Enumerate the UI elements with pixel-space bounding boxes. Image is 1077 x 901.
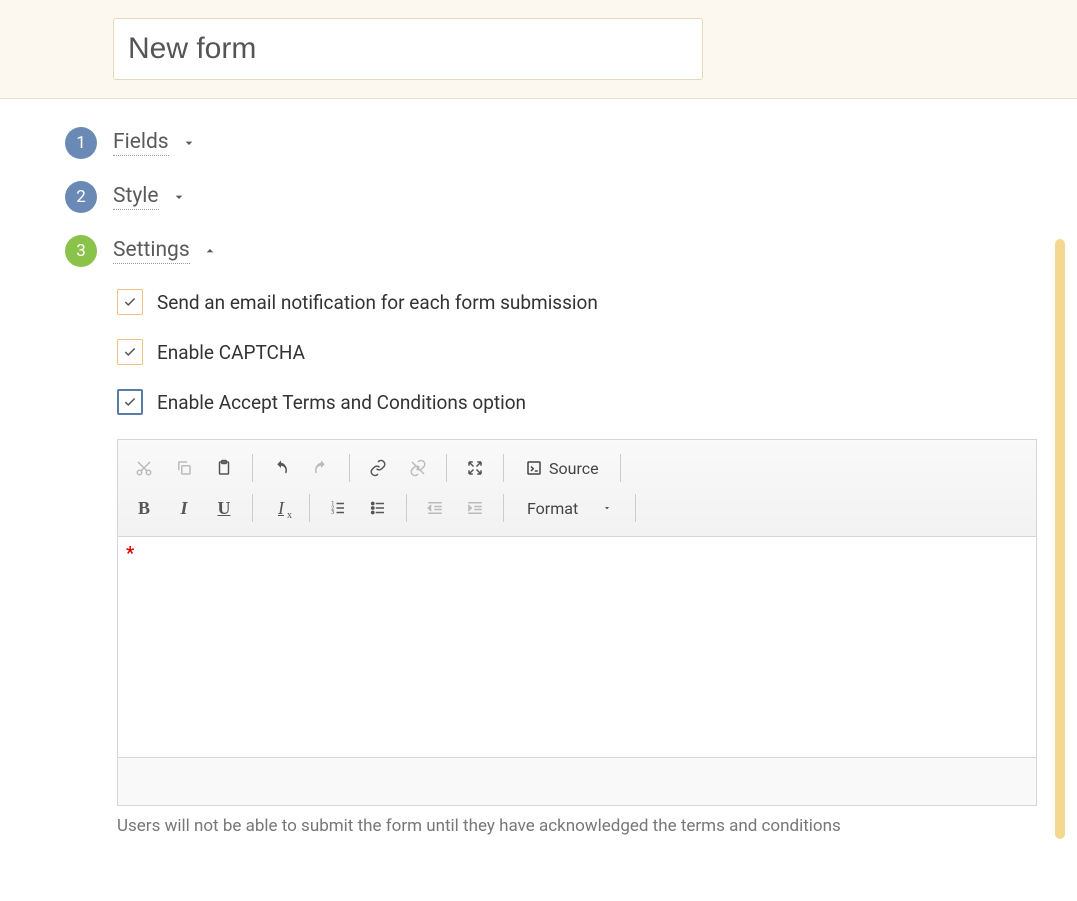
- remove-format-button[interactable]: Ix: [263, 490, 299, 526]
- toolbar-separator: [349, 454, 350, 482]
- format-dropdown[interactable]: Format: [514, 490, 625, 526]
- main-panel: 1 Fields 2 Style 3 Settings Send an emai…: [0, 99, 1077, 836]
- toolbar-separator: [503, 454, 504, 482]
- section-settings-label: Settings: [113, 238, 190, 264]
- toolbar-separator: [446, 454, 447, 482]
- toolbar-separator: [309, 494, 310, 522]
- section-fields-label: Fields: [113, 130, 169, 156]
- format-dropdown-label: Format: [527, 499, 578, 518]
- bold-button[interactable]: B: [126, 490, 162, 526]
- source-button-label: Source: [549, 459, 599, 478]
- step-badge-3: 3: [65, 235, 97, 267]
- tc-help-text: Users will not be able to submit the for…: [117, 816, 1037, 836]
- enable-captcha-checkbox[interactable]: [117, 339, 143, 365]
- editor-footer: [118, 757, 1036, 805]
- toolbar-row-1: Source: [126, 450, 1028, 486]
- unlink-button[interactable]: [400, 450, 436, 486]
- header-bar: [0, 0, 1077, 99]
- maximize-button[interactable]: [457, 450, 493, 486]
- ordered-list-button[interactable]: 123: [320, 490, 356, 526]
- editor-toolbar: Source B I U Ix 123: [118, 440, 1036, 537]
- paste-button[interactable]: [206, 450, 242, 486]
- toolbar-separator: [252, 494, 253, 522]
- rich-text-editor: Source B I U Ix 123: [117, 439, 1037, 806]
- chevron-up-icon: [202, 243, 218, 259]
- toolbar-separator: [620, 454, 621, 482]
- section-style[interactable]: 2 Style: [65, 181, 1077, 213]
- section-settings[interactable]: 3 Settings: [65, 235, 1077, 267]
- toolbar-separator: [406, 494, 407, 522]
- enable-tc-checkbox[interactable]: [117, 389, 143, 415]
- enable-captcha-row: Enable CAPTCHA: [117, 339, 1037, 365]
- step-badge-2: 2: [65, 181, 97, 213]
- source-button[interactable]: Source: [514, 450, 610, 486]
- email-notification-label: Send an email notification for each form…: [157, 291, 598, 314]
- email-notification-checkbox[interactable]: [117, 289, 143, 315]
- chevron-down-icon: [171, 189, 187, 205]
- copy-button[interactable]: [166, 450, 202, 486]
- toolbar-separator: [635, 494, 636, 522]
- chevron-down-icon: [181, 135, 197, 151]
- enable-captcha-label: Enable CAPTCHA: [157, 341, 305, 364]
- italic-button[interactable]: I: [166, 490, 202, 526]
- enable-tc-label: Enable Accept Terms and Conditions optio…: [157, 391, 526, 414]
- link-button[interactable]: [360, 450, 396, 486]
- toolbar-row-2: B I U Ix 123: [126, 490, 1028, 526]
- vertical-scrollbar[interactable]: [1055, 239, 1065, 839]
- section-fields[interactable]: 1 Fields: [65, 127, 1077, 159]
- underline-button[interactable]: U: [206, 490, 242, 526]
- svg-text:3: 3: [331, 510, 334, 516]
- undo-button[interactable]: [263, 450, 299, 486]
- section-style-label: Style: [113, 184, 159, 210]
- settings-body: Send an email notification for each form…: [117, 289, 1037, 836]
- form-title-input[interactable]: [113, 18, 703, 80]
- cut-button[interactable]: [126, 450, 162, 486]
- toolbar-separator: [252, 454, 253, 482]
- editor-content[interactable]: *: [118, 537, 1036, 757]
- redo-button[interactable]: [303, 450, 339, 486]
- email-notification-row: Send an email notification for each form…: [117, 289, 1037, 315]
- indent-button[interactable]: [457, 490, 493, 526]
- enable-tc-row: Enable Accept Terms and Conditions optio…: [117, 389, 1037, 415]
- toolbar-separator: [503, 494, 504, 522]
- outdent-button[interactable]: [417, 490, 453, 526]
- step-badge-1: 1: [65, 127, 97, 159]
- unordered-list-button[interactable]: [360, 490, 396, 526]
